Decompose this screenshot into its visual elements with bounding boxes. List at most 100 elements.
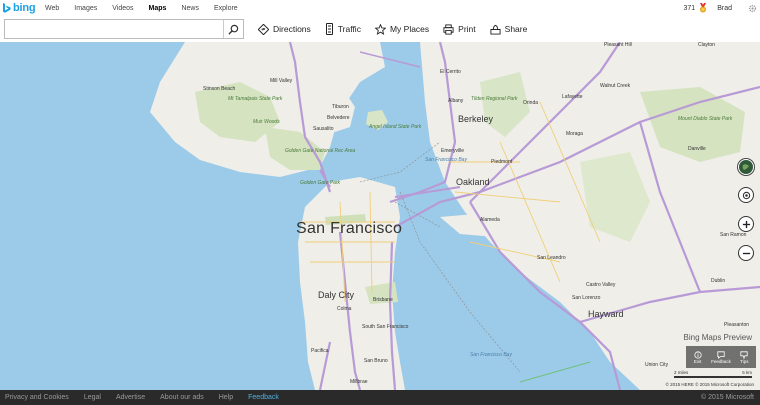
map-label-hayward: Hayward [588,309,624,319]
footer-about-ads[interactable]: About our ads [160,394,204,401]
nav-explore[interactable]: Explore [214,5,238,12]
plus-icon [742,220,750,228]
exit-preview-button[interactable]: Exit [686,346,709,368]
preview-panel: Exit Feedback Tips [686,346,756,368]
exit-label: Exit [693,358,702,364]
map-label-south-sf: South San Francisco [362,324,409,330]
footer-advertise[interactable]: Advertise [116,394,145,401]
map-scale: 2 miles 5 km [674,370,752,378]
settings-gear-icon[interactable] [748,4,757,13]
san-mateo-bridge [519,361,591,383]
scale-km: 5 km [742,370,752,375]
tips-label: Tips [740,358,749,364]
map-label-piedmont: Piedmont [491,159,513,165]
bing-logo[interactable]: bing [3,2,39,14]
map-label-tilden: Tilden Regional Park [471,96,518,102]
user-name[interactable]: Brad [717,5,732,12]
map-label-pacifica: Pacifica [311,348,329,354]
my-places-button[interactable]: My Places [374,23,430,35]
zoom-in-button[interactable] [738,216,754,232]
globe-icon [742,164,749,170]
map-label-emeryville: Emeryville [441,148,465,154]
footer-copyright: © 2015 Microsoft [700,394,754,401]
map-label-orinda: Orinda [523,100,539,106]
map-label-clayton: Clayton [698,42,715,48]
bing-logo-text: bing [13,2,36,14]
scale-bar [674,376,752,378]
map-label-sf-bay: San Francisco Bay [425,157,467,163]
map-search-input[interactable] [5,20,223,38]
map-label-el-cerrito: El Cerrito [440,69,461,75]
map-base-layer [150,42,760,390]
traffic-label: Traffic [337,24,361,34]
map-label-golden-gate-nra: Golden Gate National Rec Area [285,148,356,154]
my-places-label: My Places [389,24,430,34]
nav-right: 371 Brad [684,0,760,16]
star-icon [374,23,386,35]
bing-logo-icon [3,3,11,13]
map-label-berkeley: Berkeley [458,114,494,124]
bing-maps-preview-label: Bing Maps Preview [683,333,752,342]
nav-images[interactable]: Images [74,5,97,12]
search-box [4,19,244,39]
map-label-belvedere: Belvedere [327,115,350,121]
minus-icon [742,252,750,254]
directions-label: Directions [273,24,311,34]
map-label-golden-gate-park: Golden Gate Park [300,180,341,186]
map-label-sausalito: Sausalito [313,126,334,132]
map-label-mill-valley: Mill Valley [270,78,293,84]
map-canvas[interactable]: San Francisco Oakland Berkeley Alameda D… [0,42,760,390]
map-label-lafayette: Lafayette [562,94,583,100]
footer-feedback[interactable]: Feedback [248,394,279,401]
map-label-union-city: Union City [645,362,669,368]
feedback-label: Feedback [711,358,731,364]
rewards-points[interactable]: 371 [684,5,696,12]
traffic-button[interactable]: Traffic [325,23,361,35]
map-label-angel-island: Angel Island State Park [369,124,422,130]
nav-maps[interactable]: Maps [149,5,167,12]
map-label-brisbane: Brisbane [373,297,393,303]
nav-news[interactable]: News [181,5,199,12]
map-label-san-lorenzo: San Lorenzo [572,295,601,301]
map-label-san-bruno: San Bruno [364,358,388,364]
map-label-pleasant-hill: Pleasant Hill [604,42,632,48]
rewards-medal-icon[interactable] [699,3,707,13]
map-label-san-leandro: San Leandro [537,255,566,261]
search-button[interactable] [223,20,243,38]
traffic-icon [325,23,333,35]
search-icon [228,24,239,35]
top-nav: bing Web Images Videos Maps News Explore… [0,0,760,16]
locate-icon [742,191,750,199]
map-label-danville: Danville [688,146,706,152]
map-label-colma: Colma [337,306,352,312]
share-button[interactable]: Share [490,24,528,35]
nav-web[interactable]: Web [45,5,59,12]
zoom-out-button[interactable] [738,245,754,261]
map-label-castro-valley: Castro Valley [586,282,616,288]
nav-videos[interactable]: Videos [112,5,133,12]
print-button[interactable]: Print [443,23,476,35]
footer-privacy[interactable]: Privacy and Cookies [5,394,69,401]
tips-preview-button[interactable]: Tips [733,346,756,368]
scale-miles: 2 miles [674,370,689,375]
map-label-daly-city: Daly City [318,290,355,300]
map-label-albany: Albany [448,98,464,104]
map-copyright: © 2015 HERE © 2015 Microsoft Corporation [665,382,754,387]
map-toolbar: Directions Traffic My Places Print Share [0,16,760,42]
map-label-millbrae: Millbrae [350,379,368,385]
share-icon [490,24,501,35]
feedback-preview-button[interactable]: Feedback [709,346,732,368]
map-label-mt-tam: Mt Tamalpais State Park [228,96,283,102]
footer-legal[interactable]: Legal [84,394,101,401]
print-icon [443,23,454,35]
map-label-dublin: Dublin [711,278,726,284]
aerial-view-button[interactable] [738,159,754,175]
map-label-sf-bay-south: San Francisco Bay [470,352,512,358]
share-label: Share [504,24,528,34]
locate-me-button[interactable] [738,187,754,203]
directions-button[interactable]: Directions [258,23,311,35]
print-label: Print [458,24,476,34]
map-label-pleasanton: Pleasanton [724,322,750,328]
map-label-muir-woods: Muir Woods [253,119,280,125]
footer-help[interactable]: Help [219,394,233,401]
